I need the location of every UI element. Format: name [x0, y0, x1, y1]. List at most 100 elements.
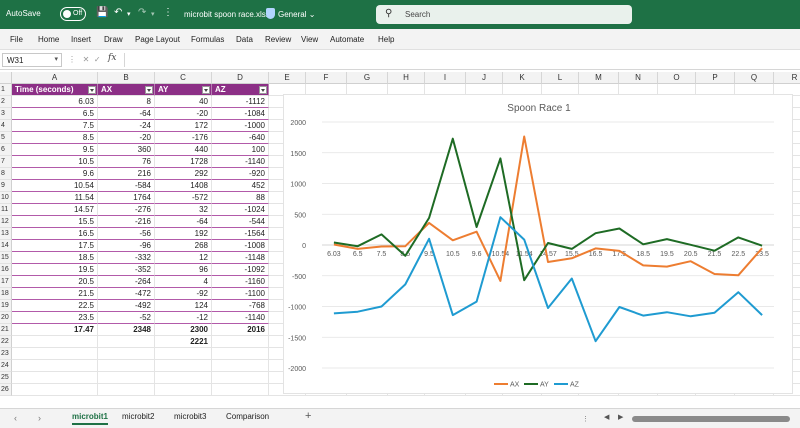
- table-cell[interactable]: -1000: [212, 120, 269, 132]
- table-cell[interactable]: 7.5: [12, 120, 98, 132]
- total-cell[interactable]: 17.47: [12, 324, 98, 336]
- table-cell[interactable]: -492: [98, 300, 155, 312]
- sheet-tab-microbit1[interactable]: microbit1: [72, 412, 109, 425]
- table-cell[interactable]: 4: [155, 276, 212, 288]
- table-cell[interactable]: 440: [155, 144, 212, 156]
- sheet-tab-comparison[interactable]: Comparison: [226, 412, 269, 421]
- table-cell[interactable]: -1148: [212, 252, 269, 264]
- table-cell[interactable]: 6.5: [12, 108, 98, 120]
- search-box[interactable]: ⚲ Search: [376, 5, 632, 24]
- tab-review[interactable]: Review: [265, 35, 291, 44]
- next-sheet-icon[interactable]: ›: [38, 413, 41, 423]
- row-header-15[interactable]: 15: [0, 252, 12, 264]
- table-header-cell[interactable]: Time (seconds): [12, 84, 98, 96]
- row-header-17[interactable]: 17: [0, 276, 12, 288]
- grid-cell[interactable]: [12, 348, 98, 360]
- table-cell[interactable]: 22.5: [12, 300, 98, 312]
- row-header-8[interactable]: 8: [0, 168, 12, 180]
- undo-icon[interactable]: ↶: [114, 7, 122, 18]
- row-header-20[interactable]: 20: [0, 312, 12, 324]
- table-cell[interactable]: -1008: [212, 240, 269, 252]
- tab-file[interactable]: File: [10, 35, 23, 44]
- table-cell[interactable]: -20: [98, 132, 155, 144]
- table-cell[interactable]: -176: [155, 132, 212, 144]
- filter-dropdown-icon[interactable]: [259, 86, 267, 94]
- column-header-d[interactable]: D: [212, 72, 269, 84]
- table-cell[interactable]: -544: [212, 216, 269, 228]
- table-cell[interactable]: 124: [155, 300, 212, 312]
- filter-dropdown-icon[interactable]: [145, 86, 153, 94]
- line-chart[interactable]: Spoon Race 1 2000 1500 1000 500 0 -500 -1000 -15…: [283, 94, 793, 394]
- row-header-1[interactable]: 1: [0, 84, 12, 96]
- table-cell[interactable]: -56: [98, 228, 155, 240]
- column-header-c[interactable]: C: [155, 72, 212, 84]
- table-cell[interactable]: 21.5: [12, 288, 98, 300]
- total-cell[interactable]: 2348: [98, 324, 155, 336]
- prev-sheet-icon[interactable]: ‹: [14, 413, 17, 423]
- table-cell[interactable]: 6.03: [12, 96, 98, 108]
- table-cell[interactable]: 8: [98, 96, 155, 108]
- tab-automate[interactable]: Automate: [330, 35, 364, 44]
- column-header-j[interactable]: J: [466, 72, 503, 84]
- grid-cell[interactable]: [212, 372, 269, 384]
- table-cell[interactable]: -584: [98, 180, 155, 192]
- row-header-12[interactable]: 12: [0, 216, 12, 228]
- column-header-g[interactable]: G: [347, 72, 388, 84]
- table-cell[interactable]: 452: [212, 180, 269, 192]
- table-cell[interactable]: 96: [155, 264, 212, 276]
- table-cell[interactable]: 192: [155, 228, 212, 240]
- tab-data[interactable]: Data: [236, 35, 253, 44]
- table-cell[interactable]: 9.5: [12, 144, 98, 156]
- scroll-right-icon[interactable]: ▶: [618, 413, 623, 421]
- table-cell[interactable]: 88: [212, 192, 269, 204]
- formula-input[interactable]: [124, 53, 796, 67]
- column-header-q[interactable]: Q: [735, 72, 774, 84]
- table-cell[interactable]: 10.54: [12, 180, 98, 192]
- table-cell[interactable]: -52: [98, 312, 155, 324]
- column-header-i[interactable]: I: [425, 72, 466, 84]
- table-cell[interactable]: -572: [155, 192, 212, 204]
- sheet-tab-options-icon[interactable]: ⋮: [582, 415, 589, 423]
- table-cell[interactable]: -640: [212, 132, 269, 144]
- cancel-icon[interactable]: ✕: [83, 55, 90, 64]
- table-cell[interactable]: 1728: [155, 156, 212, 168]
- grid-cell[interactable]: [12, 336, 98, 348]
- table-header-cell[interactable]: AX: [98, 84, 155, 96]
- grid-cell[interactable]: [12, 384, 98, 396]
- row-header-9[interactable]: 9: [0, 180, 12, 192]
- table-cell[interactable]: 172: [155, 120, 212, 132]
- table-cell[interactable]: -1140: [212, 312, 269, 324]
- table-cell[interactable]: 292: [155, 168, 212, 180]
- table-cell[interactable]: -216: [98, 216, 155, 228]
- row-header-14[interactable]: 14: [0, 240, 12, 252]
- table-cell[interactable]: 10.5: [12, 156, 98, 168]
- scrollbar-thumb[interactable]: [632, 416, 790, 422]
- column-header-k[interactable]: K: [503, 72, 542, 84]
- table-cell[interactable]: 14.57: [12, 204, 98, 216]
- grid-cell[interactable]: [12, 360, 98, 372]
- table-cell[interactable]: -1140: [212, 156, 269, 168]
- row-header-23[interactable]: 23: [0, 348, 12, 360]
- row-header-18[interactable]: 18: [0, 288, 12, 300]
- row-header-22[interactable]: 22: [0, 336, 12, 348]
- table-cell[interactable]: 23.5: [12, 312, 98, 324]
- scroll-left-icon[interactable]: ◀: [604, 413, 609, 421]
- select-all-corner[interactable]: [0, 72, 12, 84]
- grid-cell[interactable]: [212, 348, 269, 360]
- table-cell[interactable]: -1112: [212, 96, 269, 108]
- row-header-11[interactable]: 11: [0, 204, 12, 216]
- table-cell[interactable]: -96: [98, 240, 155, 252]
- undo-dropdown-icon[interactable]: ▾: [127, 10, 131, 18]
- tab-insert[interactable]: Insert: [71, 35, 91, 44]
- tab-formulas[interactable]: Formulas: [191, 35, 224, 44]
- table-cell[interactable]: -20: [155, 108, 212, 120]
- autosave-toggle[interactable]: Off: [60, 7, 86, 21]
- grid-cell[interactable]: [98, 348, 155, 360]
- column-header-f[interactable]: F: [306, 72, 347, 84]
- table-cell[interactable]: 268: [155, 240, 212, 252]
- grid-cell[interactable]: [155, 372, 212, 384]
- tab-page-layout[interactable]: Page Layout: [135, 35, 180, 44]
- name-box[interactable]: W31 ▾: [2, 53, 62, 67]
- grid-cell[interactable]: [155, 360, 212, 372]
- table-cell[interactable]: -264: [98, 276, 155, 288]
